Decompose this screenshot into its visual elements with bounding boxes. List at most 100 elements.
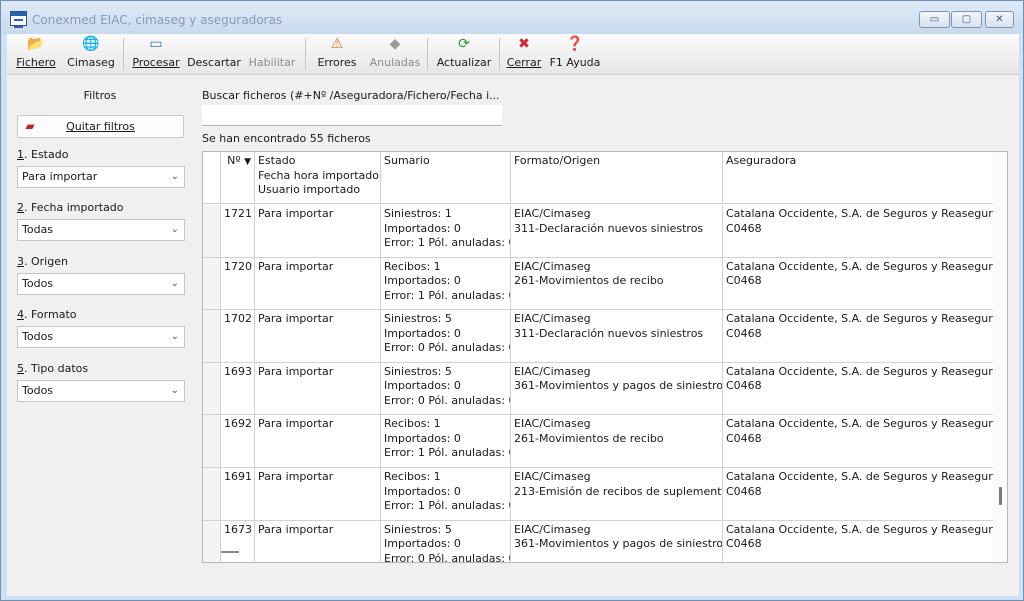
cell-formato: EIAC/Cimaseg 311-Declaración nuevos sinie…	[511, 205, 723, 257]
search-label: Buscar ficheros (#+Nº /Aseguradora/Fiche…	[202, 89, 500, 102]
cell-aseguradora: Catalana Occidente, S.A. de Seguros y Re…	[726, 522, 993, 551]
toolbar-separator	[305, 38, 306, 70]
close-icon: ✖	[518, 36, 530, 52]
refresh-icon: ⟳	[458, 36, 470, 52]
toolbar-label: Anuladas	[369, 56, 421, 69]
cell-aseguradora: Catalana Occidente, S.A. de Seguros y Re…	[726, 417, 993, 445]
select-value: Todos	[22, 277, 54, 290]
toolbar-label: Procesar	[132, 56, 180, 69]
filters-title: Filtros	[83, 89, 117, 102]
table-row[interactable]: 1692 Para importar Recibos: 1 Importados: 0…	[203, 415, 993, 468]
globe-folder-icon: 🌐	[82, 36, 100, 52]
toolbar-button-cimaseg[interactable]: 🌐 Cimaseg	[65, 36, 117, 72]
cell-aseguradora: Catalana Occidente, S.A. de Seguros y Re…	[726, 312, 993, 340]
chevron-down-icon: ⌄	[170, 331, 179, 342]
chevron-down-icon: ⌄	[170, 385, 179, 396]
enable-icon	[263, 36, 281, 53]
window-title: Conexmed EIAC, cimaseg y aseguradoras	[32, 13, 283, 27]
toolbar-label: Descartar	[187, 56, 241, 69]
vertical-scrollbar[interactable]	[993, 152, 1007, 562]
table-row[interactable]: 1702 Para importar Siniestros: 5 Importados…	[203, 310, 993, 363]
table-row[interactable]: 1720 Para importar Recibos: 1 Importados: 0…	[203, 257, 993, 311]
column-header-aseguradora[interactable]: Aseguradora	[723, 152, 993, 203]
select-value: Para importar	[22, 170, 98, 183]
cell-num: 1693	[221, 362, 255, 415]
column-header-num[interactable]: Nº ▼	[221, 152, 255, 203]
cell-estado: Para importar	[255, 468, 381, 520]
filter-select-origen[interactable]: Todos ⌄	[17, 273, 185, 295]
cell-sumario: Siniestros: 5 Importados: 0 Error: 0 Pól. …	[381, 520, 511, 562]
toolbar-button-cerrar[interactable]: ✖ Cerrar	[505, 36, 543, 72]
toolbar-button-ayuda[interactable]: ❓ F1 Ayuda	[547, 36, 603, 72]
filter-select-fecha[interactable]: Todas ⌄	[17, 219, 185, 241]
select-value: Todos	[22, 330, 54, 343]
cell-formato: EIAC/Cimaseg 311-Declaración nuevos sinie…	[511, 310, 723, 362]
row-selector[interactable]	[203, 310, 221, 362]
toolbar-button-fichero[interactable]: 📂 Fichero	[13, 36, 59, 72]
row-selector[interactable]	[203, 520, 221, 562]
cell-estado: Para importar	[255, 257, 381, 310]
cell-num: 1721	[221, 205, 255, 257]
title-bar[interactable]: Conexmed EIAC, cimaseg y aseguradoras ▭ …	[1, 1, 1023, 34]
column-header-estado[interactable]: Estado Fecha hora importado Usuario impo…	[255, 152, 381, 203]
row-selector[interactable]	[203, 468, 221, 520]
cell-estado: Para importar	[255, 520, 381, 562]
toolbar-button-descartar[interactable]: Descartar	[187, 36, 241, 72]
column-header-sumario[interactable]: Sumario	[381, 152, 511, 203]
clear-filters-label: Quitar filtros	[66, 120, 135, 133]
scrollbar-thumb[interactable]	[999, 487, 1002, 505]
client-area: 📂 Fichero 🌐 Cimaseg ▭ Procesar Descartar…	[7, 34, 1019, 596]
table-row[interactable]: 1691 Para importar Recibos: 1 Importados: 0…	[203, 468, 993, 521]
discard-icon	[205, 36, 223, 53]
toolbar-label: Cerrar	[506, 56, 542, 69]
toolbar-button-errores[interactable]: ⚠ Errores	[313, 36, 361, 72]
results-count: Se han encontrado 55 ficheros	[202, 132, 371, 145]
filter-select-estado[interactable]: Para importar ⌄	[17, 166, 185, 188]
minimize-button[interactable]: ▭	[919, 11, 950, 28]
filter-label-origen: 3. Origen	[17, 255, 68, 268]
toolbar-label: Cimaseg	[67, 56, 115, 69]
table-row[interactable]: 1721 Para importar Siniestros: 1 Importados…	[203, 205, 993, 258]
process-icon: ▭	[149, 36, 163, 52]
cell-num: 1702	[221, 310, 255, 362]
toolbar-label: Errores	[317, 56, 357, 69]
table-row[interactable]: 1693 Para importar Siniestros: 5 Importados…	[203, 362, 993, 416]
filter-select-tipo-datos[interactable]: Todos ⌄	[17, 380, 185, 402]
maximize-button[interactable]: ▢	[951, 11, 982, 28]
app-window: Conexmed EIAC, cimaseg y aseguradoras ▭ …	[0, 0, 1024, 601]
cell-formato: EIAC/Cimaseg 261-Movimientos de recibo	[511, 415, 723, 467]
cell-sumario: Recibos: 1 Importados: 0 Error: 1 Pól. anu…	[381, 257, 511, 310]
cell-aseguradora: Catalana Occidente, S.A. de Seguros y Re…	[726, 207, 993, 235]
warning-icon: ⚠	[330, 36, 344, 52]
help-icon: ❓	[566, 36, 584, 52]
toolbar-button-anuladas[interactable]: ◆ Anuladas	[369, 36, 421, 72]
cell-sumario: Siniestros: 1 Importados: 0 Error: 1 Pól. …	[381, 205, 511, 257]
cell-sumario: Recibos: 1 Importados: 0 Error: 1 Pól. anu…	[381, 468, 511, 520]
close-window-button[interactable]: ✕	[985, 11, 1014, 28]
cell-estado: Para importar	[255, 415, 381, 467]
toolbar-label: Fichero	[16, 56, 56, 69]
horizontal-scrollbar-thumb[interactable]	[221, 551, 239, 553]
row-selector[interactable]	[203, 362, 221, 415]
toolbar-label: F1 Ayuda	[549, 56, 601, 69]
cell-num: 1673	[221, 520, 255, 562]
row-selector[interactable]	[203, 415, 221, 467]
search-input[interactable]	[202, 105, 502, 126]
files-table: Nº ▼ Estado Fecha hora importado Usuario…	[202, 151, 1008, 563]
sort-desc-icon: ▼	[244, 157, 251, 167]
table-row[interactable]: 1673 Para importar Siniestros: 5 Importados…	[203, 520, 993, 562]
toolbar-button-actualizar[interactable]: ⟳ Actualizar	[435, 36, 493, 72]
row-selector[interactable]	[203, 205, 221, 257]
select-value: Todos	[22, 384, 54, 397]
clear-filters-button[interactable]: ▰ Quitar filtros	[17, 115, 184, 138]
toolbar-separator	[499, 38, 500, 70]
filter-select-formato[interactable]: Todos ⌄	[17, 326, 185, 348]
cell-aseguradora: Catalana Occidente, S.A. de Seguros y Re…	[726, 470, 993, 498]
filter-label-fecha: 2. Fecha importado	[17, 201, 124, 214]
column-header-formato[interactable]: Formato/Origen	[511, 152, 723, 203]
toolbar-button-procesar[interactable]: ▭ Procesar	[131, 36, 181, 72]
filter-label-formato: 4. Formato	[17, 308, 77, 321]
row-selector[interactable]	[203, 257, 221, 310]
toolbar-button-habilitar[interactable]: Habilitar	[247, 36, 297, 72]
cell-sumario: Recibos: 1 Importados: 0 Error: 1 Pól. anu…	[381, 415, 511, 467]
